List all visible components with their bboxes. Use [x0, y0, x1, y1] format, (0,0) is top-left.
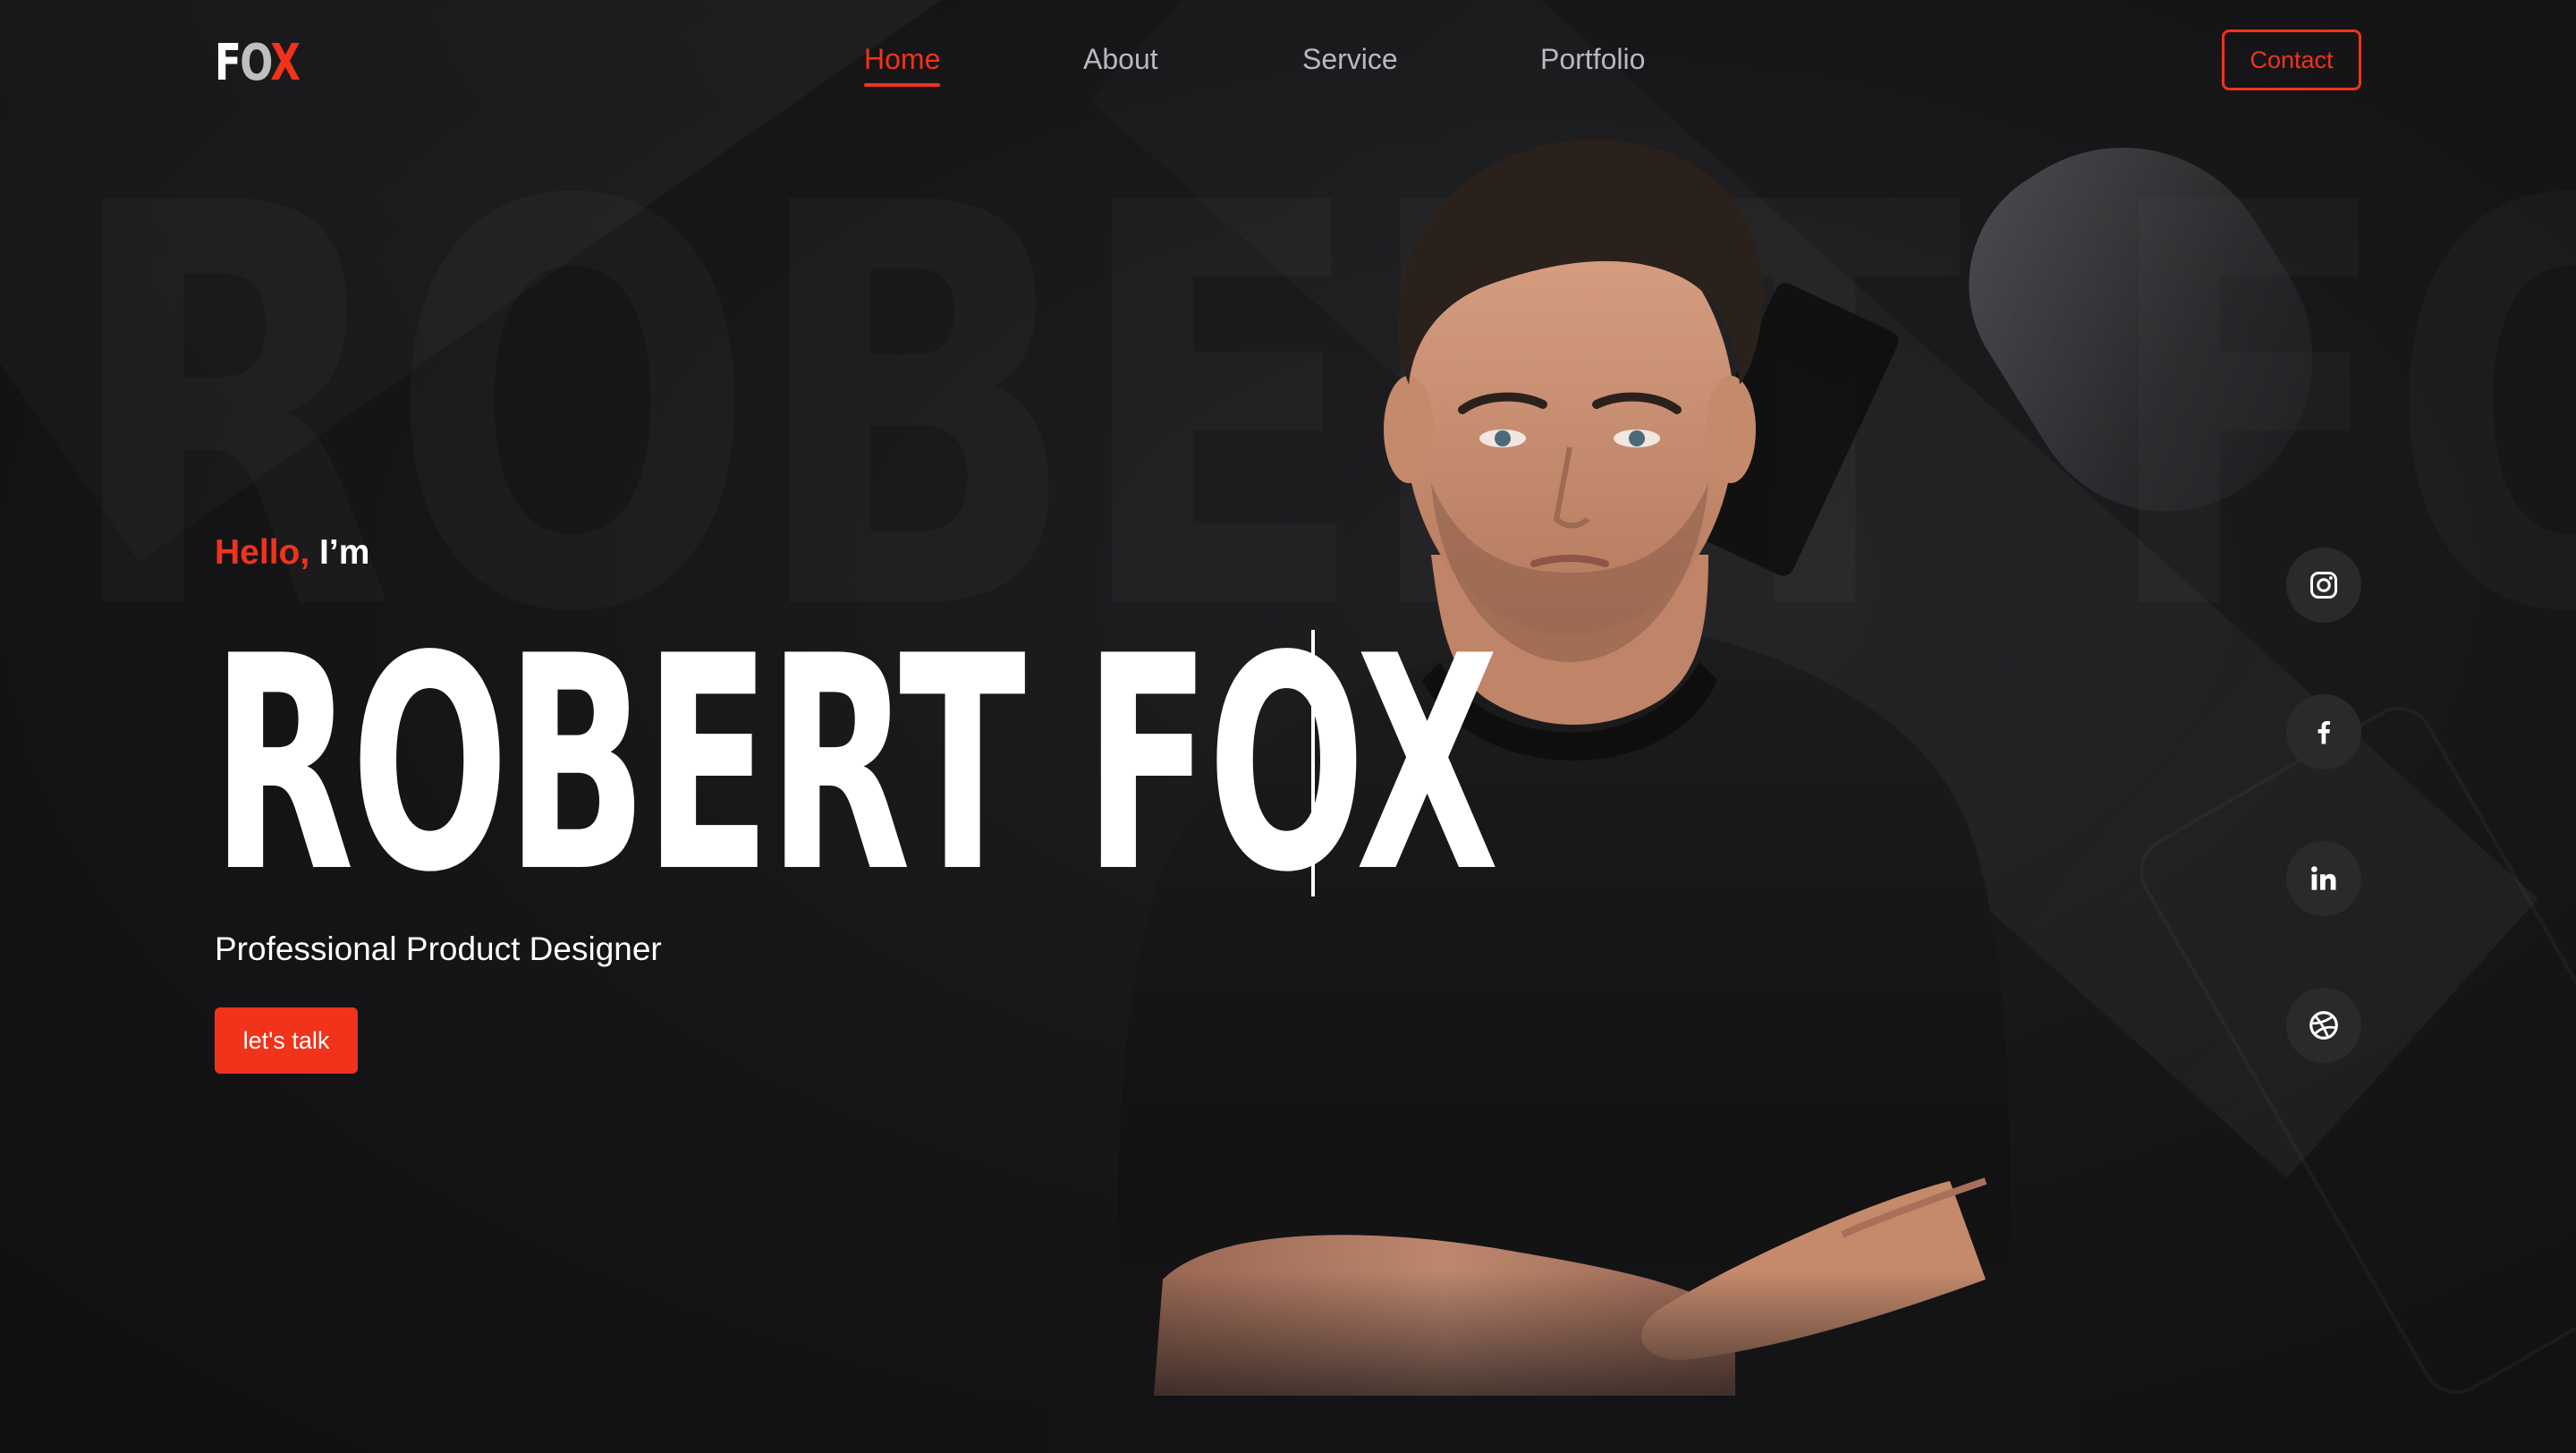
social-facebook[interactable] — [2286, 694, 2361, 769]
page: ROBERT FOX FOX Home About Service Portfo… — [0, 0, 2576, 1453]
hero-name: ROBERT FOX — [211, 593, 1499, 937]
instagram-icon — [2310, 572, 2337, 599]
linkedin-icon — [2311, 866, 2336, 890]
social-instagram[interactable] — [2286, 548, 2361, 623]
contact-button[interactable]: Contact — [2222, 30, 2361, 90]
nav-service[interactable]: Service — [1302, 43, 1398, 76]
social-linkedin[interactable] — [2286, 841, 2361, 916]
greeting-hello: Hello, — [215, 533, 310, 572]
facebook-icon — [2318, 721, 2331, 744]
typing-caret — [1311, 630, 1315, 896]
greeting-rest: I’m — [309, 533, 370, 572]
social-dribbble[interactable] — [2286, 988, 2361, 1063]
dribbble-icon — [2309, 1011, 2338, 1040]
hero-subtitle: Professional Product Designer — [215, 930, 662, 967]
nav-about[interactable]: About — [1083, 43, 1158, 76]
main-nav: Home About Service Portfolio — [0, 43, 2576, 97]
nav-home[interactable]: Home — [864, 43, 941, 87]
greeting: Hello, I’m — [215, 533, 369, 573]
nav-portfolio[interactable]: Portfolio — [1540, 43, 1645, 76]
lets-talk-button[interactable]: let's talk — [215, 1007, 358, 1074]
